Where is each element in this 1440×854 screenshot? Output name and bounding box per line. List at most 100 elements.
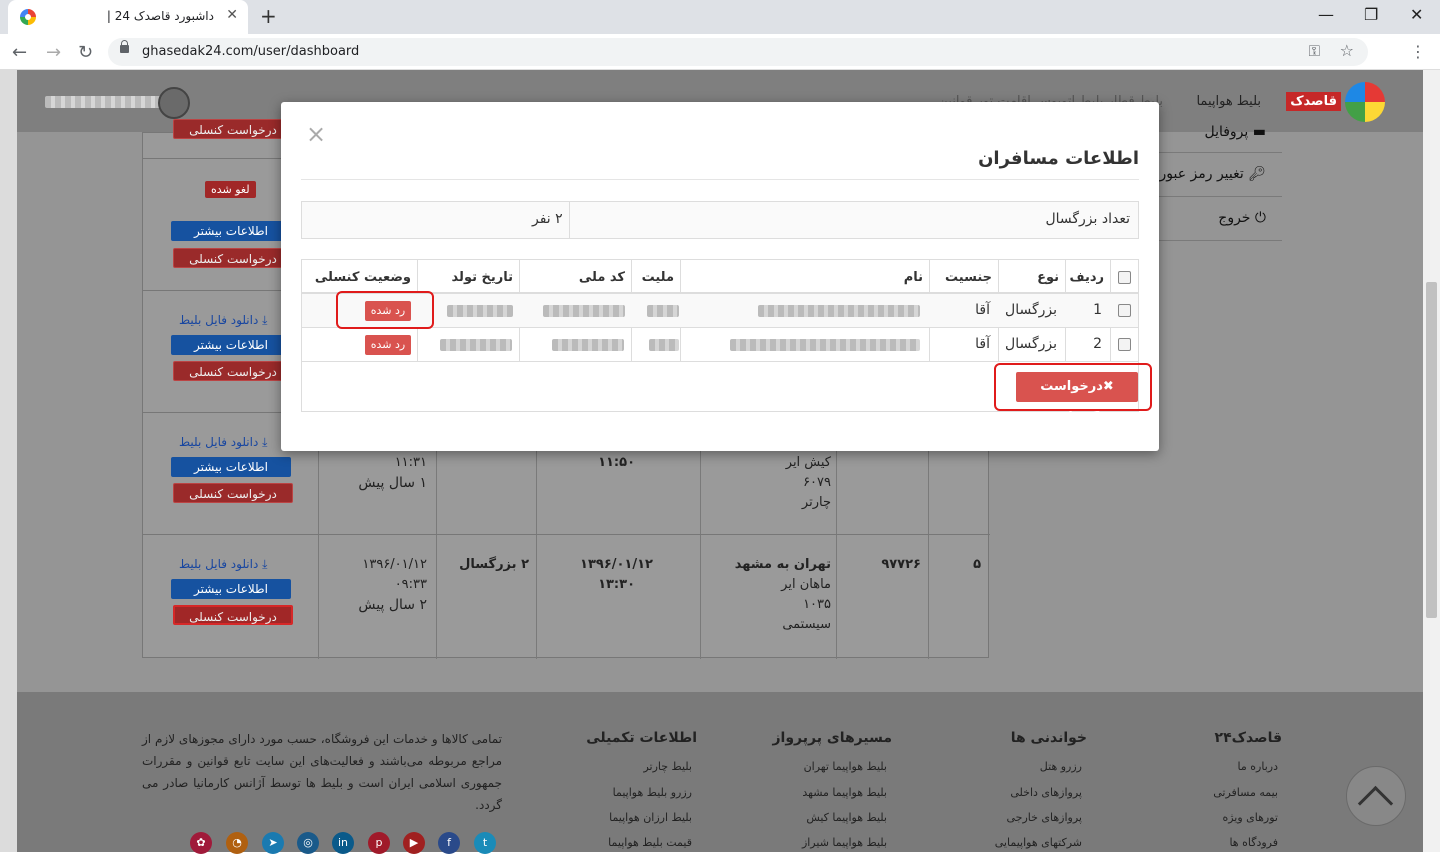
row-checkbox[interactable] xyxy=(1118,304,1131,317)
footer-link[interactable]: بلیط هواپیما شیراز xyxy=(802,836,887,849)
cancel-request-button[interactable]: درخواست کنسلی xyxy=(173,248,293,268)
download-label: دانلود فایل بلیط xyxy=(179,435,259,449)
rejected-badge: رد شده xyxy=(365,335,411,355)
select-all-checkbox[interactable] xyxy=(1118,271,1131,284)
footer-col-title: مسیرهای پرپرواز xyxy=(772,730,893,746)
modal-title: اطلاعات مسافران xyxy=(978,148,1139,169)
twitter-icon[interactable]: t xyxy=(474,832,496,854)
forward-icon[interactable]: → xyxy=(46,42,61,63)
col-header-birth-date: تاریخ تولد xyxy=(417,260,519,294)
download-icon: ⤓ xyxy=(258,557,268,571)
sidebar-item-change-password[interactable]: 🔑︎ تغییر رمز عبور xyxy=(1159,166,1266,182)
footer-link[interactable]: بلیط هواپیما مشهد xyxy=(802,786,887,799)
cancel-request-button[interactable]: درخواست کنسلی xyxy=(173,605,293,625)
download-ticket-link[interactable]: ⤓ دانلود فایل بلیط xyxy=(179,557,267,572)
footer-link[interactable]: شرکتهای هواپیمایی xyxy=(995,836,1082,849)
telegram-icon[interactable]: ➤ xyxy=(262,832,284,854)
order-ago: ۱ سال پیش xyxy=(358,475,427,491)
col-header-index: ردیف xyxy=(1065,260,1110,294)
facebook-icon[interactable]: f xyxy=(438,832,460,854)
passenger-index: 1 xyxy=(1093,302,1102,318)
cancelled-badge: لغو شده xyxy=(205,181,256,198)
footer-link[interactable]: بلیط ارزان هواپیما xyxy=(609,811,692,824)
footer-link[interactable]: رزرو هتل xyxy=(1040,760,1082,773)
site-logo[interactable]: قاصدک xyxy=(1285,82,1385,122)
download-icon: ⤓ xyxy=(258,313,268,327)
sidebar-item-label: تغییر رمز عبور xyxy=(1159,166,1244,182)
more-info-button[interactable]: اطلاعات بیشتر xyxy=(171,579,291,599)
window-close-icon[interactable]: ✕ xyxy=(1410,5,1423,24)
maximize-icon[interactable]: ❐ xyxy=(1364,5,1378,24)
cancel-request-button[interactable]: درخواست کنسلی xyxy=(173,119,293,139)
highlight-box xyxy=(994,363,1152,411)
footer-link[interactable]: بلیط هواپیما کیش xyxy=(806,811,887,824)
more-info-button[interactable]: اطلاعات بیشتر xyxy=(171,221,291,241)
col-header-gender: جنسیت xyxy=(929,260,998,294)
aparat-icon[interactable]: ✿ xyxy=(190,832,212,854)
cancel-request-button[interactable]: درخواست کنسلی xyxy=(173,361,293,381)
cancel-request-button[interactable]: درخواست کنسلی xyxy=(173,483,293,503)
download-ticket-link[interactable]: ⤓ دانلود فایل بلیط xyxy=(179,435,267,450)
more-info-button[interactable]: اطلاعات بیشتر xyxy=(171,335,291,355)
birth-date-blurred xyxy=(447,305,513,317)
footer-link[interactable]: درباره ما xyxy=(1238,760,1278,773)
back-icon[interactable]: ← xyxy=(12,42,27,63)
username-blurred[interactable] xyxy=(45,96,165,108)
omnibox[interactable]: ghasedak24.com/user/dashboard ⚿ ☆ xyxy=(108,38,1368,66)
footer-link[interactable]: تورهای ویژه xyxy=(1222,811,1278,824)
footer-link[interactable]: قیمت بلیط هواپیما xyxy=(608,836,692,849)
row-checkbox[interactable] xyxy=(1118,338,1131,351)
reg-date: ۱۳۹۶/۰۱/۱۲ xyxy=(362,557,427,572)
table-row: ⤓ دانلود فایل بلیط اطلاعات بیشتر درخواست… xyxy=(143,535,990,659)
sidebar-item-profile[interactable]: ▬ پروفایل xyxy=(1204,124,1266,140)
linkedin-icon[interactable]: in xyxy=(332,832,354,854)
airline: ماهان ایر xyxy=(781,577,831,592)
more-info-button[interactable]: اطلاعات بیشتر xyxy=(171,457,291,477)
reg-time: ۰۹:۳۳ xyxy=(394,577,427,592)
bookmark-star-icon[interactable]: ☆ xyxy=(1340,41,1354,60)
passengers-modal: × اطلاعات مسافران تعداد بزرگسال ۲ نفر رد… xyxy=(281,102,1159,451)
footer-link[interactable]: بیمه مسافرتی xyxy=(1213,786,1278,799)
flight-time: ۱۱:۵۰ xyxy=(598,455,635,470)
user-icon: ▬ xyxy=(1248,124,1266,140)
new-tab-icon[interactable]: + xyxy=(260,4,277,28)
adult-count-label: تعداد بزرگسال xyxy=(1045,211,1130,227)
footer-link[interactable]: رزرو بلیط هواپیما xyxy=(613,786,692,799)
footer-link[interactable]: پروازهای داخلی xyxy=(1010,786,1082,799)
flight-date: ۱۳۹۶/۰۱/۱۲ xyxy=(580,557,653,572)
lock-icon xyxy=(120,40,129,53)
flight-number: ۱۰۳۵ xyxy=(803,597,831,612)
passenger-name-blurred xyxy=(730,339,920,351)
nav-flight-ticket[interactable]: بلیط هواپیما xyxy=(1196,94,1261,109)
sidebar-item-label: خروج xyxy=(1218,210,1251,226)
rss-icon[interactable]: ◔ xyxy=(226,832,248,854)
logo-ring-icon xyxy=(1345,82,1385,122)
reload-icon[interactable]: ↻ xyxy=(78,42,93,63)
url-text: ghasedak24.com/user/dashboard xyxy=(142,44,360,59)
download-ticket-link[interactable]: ⤓ دانلود فایل بلیط xyxy=(179,313,267,328)
key-icon[interactable]: ⚿ xyxy=(1309,42,1320,60)
scrollbar-thumb[interactable] xyxy=(1426,282,1437,618)
scrollbar[interactable] xyxy=(1423,70,1440,852)
reg-ago: ۲ سال پیش xyxy=(358,597,427,613)
footer-link[interactable]: فرودگاه ها xyxy=(1229,836,1278,849)
instagram-icon[interactable]: ◎ xyxy=(297,832,319,854)
close-icon[interactable]: × xyxy=(306,120,326,148)
tab-close-icon[interactable]: ✕ xyxy=(226,7,238,23)
sidebar-item-logout[interactable]: ⏻ خروج xyxy=(1218,210,1266,226)
birth-date-blurred xyxy=(440,339,512,351)
footer-link[interactable]: بلیط چارتر xyxy=(643,760,692,773)
airline: کیش ایر xyxy=(785,455,831,470)
pinterest-icon[interactable]: p xyxy=(368,832,390,854)
avatar[interactable] xyxy=(158,87,190,119)
youtube-icon[interactable]: ▶ xyxy=(403,832,425,854)
modal-divider xyxy=(301,179,1139,180)
browser-menu-icon[interactable]: ⋮ xyxy=(1410,42,1426,61)
footer-link[interactable]: بلیط هواپیما تهران xyxy=(804,760,887,773)
browser-tab[interactable]: داشبورد قاصدک 24 | ✕ xyxy=(8,0,248,34)
footer-link[interactable]: پروازهای خارجی xyxy=(1006,811,1082,824)
passenger-gender: آقا xyxy=(975,302,990,318)
logo-text: قاصدک xyxy=(1286,92,1341,111)
scroll-to-top-button[interactable] xyxy=(1346,766,1406,826)
minimize-icon[interactable]: — xyxy=(1318,5,1334,24)
